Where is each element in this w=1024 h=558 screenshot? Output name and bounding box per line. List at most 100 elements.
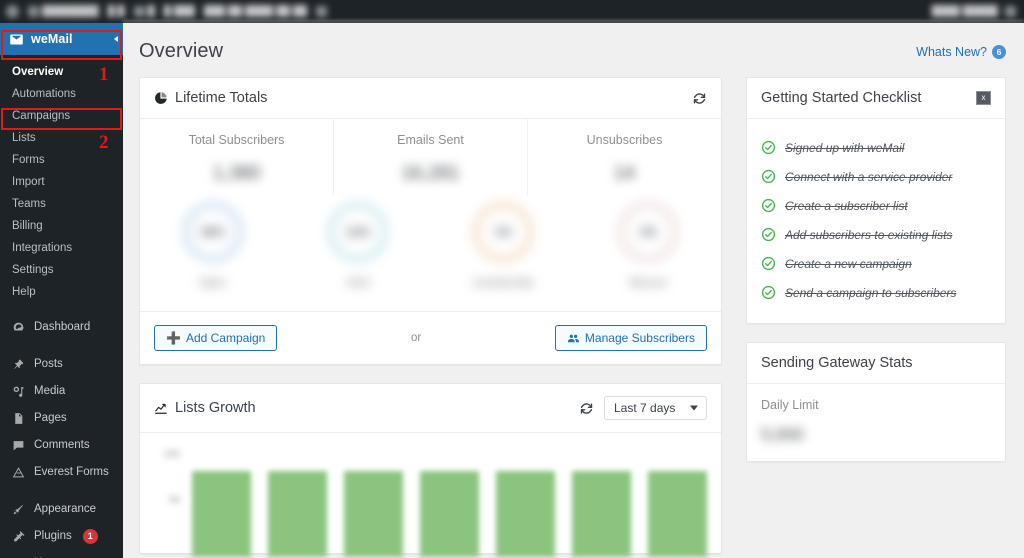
donut-bounce: 2% Bounce: [576, 201, 721, 289]
sidebar-item-campaigns[interactable]: Campaigns: [0, 105, 123, 127]
brush-icon: [10, 503, 26, 516]
wemail-submenu[interactable]: Overview Automations Campaigns Lists For…: [0, 55, 123, 312]
sidebar-item-settings[interactable]: Settings: [0, 259, 123, 281]
lifetime-totals-card: Lifetime Totals Total Subscribers 1,380 …: [139, 77, 722, 365]
add-campaign-button[interactable]: ➕ Add Campaign: [154, 325, 278, 351]
pin-icon: [10, 358, 26, 371]
sidebar-item-media[interactable]: Media: [0, 378, 123, 405]
checklist-item[interactable]: Send a campaign to subscribers: [747, 278, 1005, 307]
avatar[interactable]: [1005, 6, 1016, 17]
wp-admin-bar[interactable]: ████████ █ █ █ █ ███ ███ ██ ████ ██ ██ █…: [0, 0, 1024, 23]
sidebar-item-label: Dashboard: [34, 321, 91, 333]
donut-ring: 2%: [617, 201, 680, 263]
primary-column: Lifetime Totals Total Subscribers 1,380 …: [139, 77, 722, 558]
donut-caption: Click: [345, 277, 370, 289]
admin-bar-site-title: ████████: [42, 6, 99, 17]
checklist-item[interactable]: Add subscribers to existing lists: [747, 220, 1005, 249]
wp-main-menu[interactable]: Dashboard Posts Media Pages Comments Eve…: [0, 312, 123, 558]
sidebar-item-teams[interactable]: Teams: [0, 193, 123, 215]
sidebar-item-plugins[interactable]: Plugins 1: [0, 523, 123, 550]
close-icon[interactable]: x: [976, 91, 991, 105]
sidebar-item-import[interactable]: Import: [0, 171, 123, 193]
checklist-header: Getting Started Checklist x: [747, 78, 1005, 119]
page-header: Overview Whats New? 6: [123, 23, 1024, 77]
date-range-value: Last 7 days: [614, 401, 676, 415]
lifetime-donut-row: 38% Open 12% Click 1% Unsubscribe 2% Bou…: [140, 195, 721, 311]
check-circle-icon: [761, 169, 776, 184]
donut-percent: 38%: [189, 209, 236, 255]
donut-open: 38% Open: [140, 201, 285, 289]
checklist-item[interactable]: Connect with a service provider: [747, 162, 1005, 191]
checklist-item[interactable]: Create a subscriber list: [747, 191, 1005, 220]
sidebar-item-users[interactable]: Users: [0, 550, 123, 558]
check-circle-icon: [761, 227, 776, 242]
admin-bar-new-content[interactable]: █ ███: [164, 6, 195, 17]
wp-logo-icon[interactable]: [6, 5, 19, 18]
check-circle-icon: [761, 140, 776, 155]
gateway-body: Daily Limit 5,000: [747, 384, 1005, 461]
sidebar-item-billing[interactable]: Billing: [0, 215, 123, 237]
sidebar-item-wemail[interactable]: weMail: [0, 23, 123, 55]
admin-bar-updates[interactable]: █ █: [108, 6, 125, 17]
manage-subscribers-button[interactable]: Manage Subscribers: [554, 325, 707, 351]
sidebar-item-label: Pages: [34, 412, 67, 424]
chart-bars: [186, 447, 707, 557]
pages-icon: [10, 412, 26, 425]
sending-gateway-stats-card: Sending Gateway Stats Daily Limit 5,000: [746, 342, 1006, 462]
admin-bar-extra-icon[interactable]: [316, 6, 328, 17]
sidebar-item-help[interactable]: Help: [0, 281, 123, 303]
secondary-column: Getting Started Checklist x Signed up wi…: [746, 77, 1006, 480]
sidebar-item-everest-forms[interactable]: Everest Forms: [0, 459, 123, 486]
lifetime-totals-footer: ➕ Add Campaign or Manage Subscribers: [140, 311, 721, 364]
checklist-item[interactable]: Create a new campaign: [747, 249, 1005, 278]
sidebar-item-integrations[interactable]: Integrations: [0, 237, 123, 259]
date-range-select[interactable]: Last 7 days: [604, 396, 707, 420]
donut-caption: Open: [199, 277, 227, 289]
lists-growth-actions: Last 7 days: [579, 396, 707, 420]
sidebar-item-dashboard[interactable]: Dashboard: [0, 314, 123, 341]
sidebar-item-posts[interactable]: Posts: [0, 351, 123, 378]
refresh-icon[interactable]: [579, 401, 594, 416]
admin-sidebar[interactable]: weMail Overview Automations Campaigns Li…: [0, 23, 123, 558]
whats-new-link[interactable]: Whats New? 6: [916, 44, 1006, 59]
dashboard-icon: [10, 321, 26, 334]
donut-caption: Unsubscribe: [472, 277, 534, 289]
chart-bar: [496, 471, 555, 557]
checklist-item-label: Add subscribers to existing lists: [785, 227, 953, 242]
lists-growth-chart: 100 50: [140, 433, 721, 557]
checklist-item[interactable]: Signed up with weMail: [747, 133, 1005, 162]
annotation-number-1: 1: [99, 64, 109, 85]
admin-bar-extra[interactable]: ███ ██ ████ ██ ██: [204, 6, 307, 17]
chevron-down-icon: [690, 405, 698, 411]
chart-bar: [572, 471, 631, 557]
chart-bar: [420, 471, 479, 557]
everest-forms-icon: [10, 466, 26, 479]
lifetime-totals-actions: [692, 91, 707, 106]
chart-plot-area: 100 50: [148, 447, 707, 557]
sidebar-item-pages[interactable]: Pages: [0, 405, 123, 432]
stat-value: 1,380: [212, 163, 261, 184]
daily-limit-value: 5,000: [761, 425, 804, 444]
menu-separator: [0, 341, 123, 351]
add-campaign-label: Add Campaign: [185, 331, 266, 345]
admin-bar-site-name[interactable]: ████████: [28, 6, 99, 17]
donut-click: 12% Click: [285, 201, 430, 289]
admin-bar-comments[interactable]: █: [133, 6, 155, 17]
check-circle-icon: [761, 285, 776, 300]
sidebar-item-label: Plugins: [34, 530, 72, 542]
lifetime-stat-row: Total Subscribers 1,380 Emails Sent 16,2…: [140, 119, 721, 195]
chart-bar: [268, 471, 327, 557]
sidebar-item-comments[interactable]: Comments: [0, 432, 123, 459]
sidebar-item-label: Media: [34, 385, 66, 397]
admin-bar-howdy[interactable]: ████ █████: [931, 6, 998, 17]
refresh-icon[interactable]: [692, 91, 707, 106]
sidebar-item-appearance[interactable]: Appearance: [0, 496, 123, 523]
check-circle-icon: [761, 256, 776, 271]
dashboard-columns: Lifetime Totals Total Subscribers 1,380 …: [123, 77, 1024, 558]
sidebar-item-label: Everest Forms: [34, 466, 109, 478]
sidebar-item-automations[interactable]: Automations: [0, 83, 123, 105]
chart-bar: [648, 471, 707, 557]
media-icon: [10, 385, 26, 398]
stat-label: Unsubscribes: [586, 133, 663, 147]
menu-separator: [0, 486, 123, 496]
